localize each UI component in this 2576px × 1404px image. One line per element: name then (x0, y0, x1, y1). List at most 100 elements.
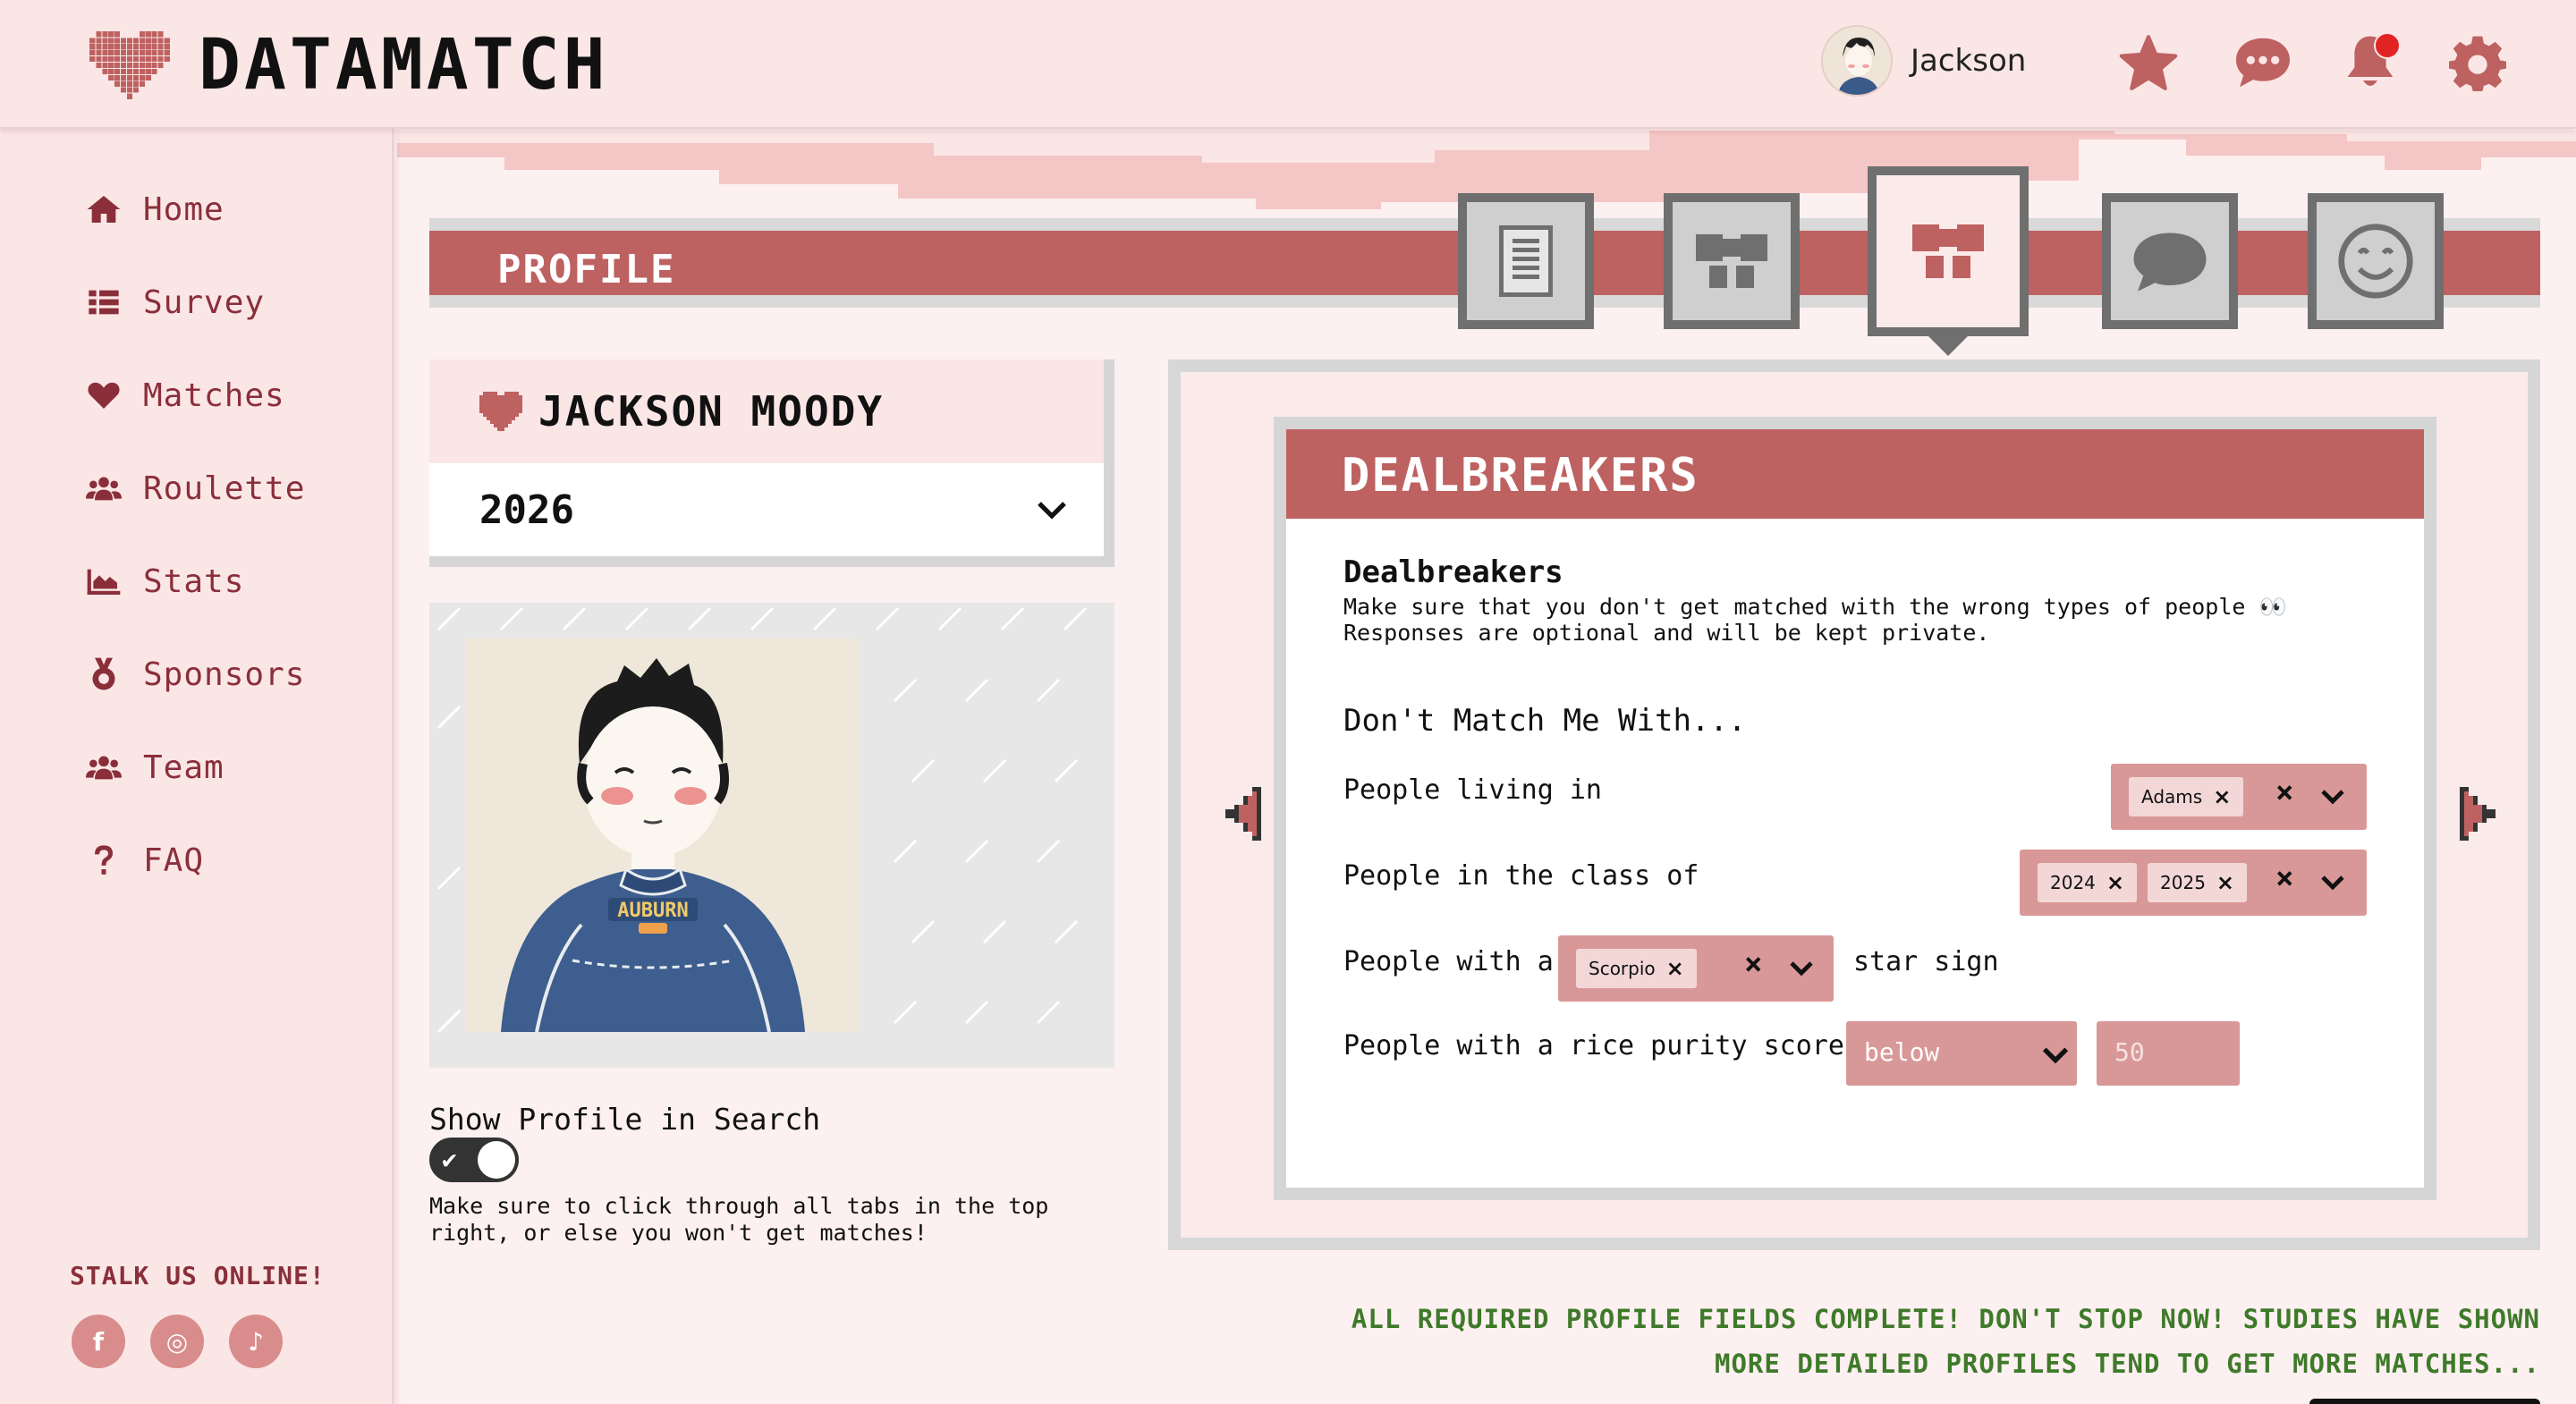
chevron-down-icon (1038, 502, 1066, 520)
chip-label: 2024 (2050, 872, 2096, 893)
living-label: People living in (1343, 774, 1602, 806)
user-menu[interactable]: Jackson (1821, 25, 2026, 97)
bow-icon (1912, 224, 1984, 278)
top-header: DATAMATCH Jackson (0, 0, 2576, 129)
dealbreakers-card-body: DEALBREAKERS Dealbreakers Make sure that… (1286, 429, 2424, 1188)
users-icon (86, 756, 122, 780)
dealbreakers-panel: DEALBREAKERS Dealbreakers Make sure that… (1168, 359, 2540, 1250)
clear-icon[interactable]: × (1744, 946, 1762, 982)
chip-adams: Adams × (2129, 777, 2244, 816)
svg-text:AUBURN: AUBURN (617, 900, 688, 922)
dealbreakers-card: DEALBREAKERS Dealbreakers Make sure that… (1274, 417, 2436, 1200)
sidebar-item-team[interactable]: Team (86, 740, 225, 794)
message-line: MORE DETAILED PROFILES TEND TO GET MORE … (1715, 1349, 2540, 1379)
section-title: PROFILE (497, 247, 676, 292)
sidebar-item-label: Sponsors (143, 655, 306, 693)
previous-arrow-icon[interactable] (1225, 787, 1261, 841)
tiktok-icon: ♪ (248, 1326, 264, 1357)
show-profile-toggle[interactable]: ✔ (429, 1138, 519, 1182)
list-icon (89, 290, 119, 315)
chip-2024: 2024 × (2038, 863, 2138, 902)
sidebar-item-label: Home (143, 190, 225, 228)
chevron-down-icon[interactable] (1789, 960, 1814, 977)
sidebar-item-label: Team (143, 749, 225, 786)
logo[interactable]: DATAMATCH (89, 25, 609, 106)
sidebar-item-label: Matches (143, 376, 285, 414)
sidebar-item-sponsors[interactable]: Sponsors (86, 647, 305, 701)
facebook-link[interactable]: f (72, 1315, 125, 1368)
home-icon (87, 196, 121, 223)
dealbreakers-card-header: DEALBREAKERS (1286, 429, 2424, 519)
sidebar-item-label: Stats (143, 562, 245, 600)
profile-photo-frame[interactable]: AUBURN (429, 603, 1114, 1068)
message-line: ALL REQUIRED PROFILE FIELDS COMPLETE! DO… (1351, 1304, 2540, 1334)
sidebar-item-roulette[interactable]: Roulette (86, 461, 305, 515)
tab-face (1673, 202, 1791, 320)
clear-icon[interactable]: × (2275, 860, 2293, 896)
chip-scorpio: Scorpio × (1576, 949, 1697, 988)
star-sign-multiselect[interactable]: Scorpio × × (1558, 935, 1834, 1002)
star-label-before: People with a (1343, 946, 1554, 977)
housing-multiselect[interactable]: Adams × × (2111, 764, 2367, 830)
profile-complete-message: ALL REQUIRED PROFILE FIELDS COMPLETE! DO… (1352, 1297, 2540, 1386)
name-header: JACKSON MOODY (429, 359, 1104, 463)
sidebar-item-survey[interactable]: Survey (86, 275, 265, 329)
rice-purity-label: People with a rice purity score (1343, 1030, 1844, 1061)
instagram-link[interactable]: ◎ (150, 1315, 204, 1368)
chart-icon (87, 569, 121, 595)
smiley-tab[interactable] (2308, 193, 2444, 329)
panel-body: DEALBREAKERS Dealbreakers Make sure that… (1181, 372, 2528, 1238)
document-tab[interactable] (1458, 193, 1594, 329)
description-line: Make sure that you don't get matched wit… (1343, 594, 2287, 620)
sidebar-item-label: Survey (143, 283, 266, 321)
class-multiselect[interactable]: 2024 × 2025 × × (2020, 850, 2367, 916)
notifications-button[interactable] (2336, 29, 2404, 97)
sidebar-item-label: Roulette (143, 469, 306, 507)
chip-remove-icon[interactable]: × (1666, 956, 1684, 981)
settings-button[interactable] (2444, 29, 2512, 97)
chip-2025: 2025 × (2148, 863, 2248, 902)
medal-icon (92, 657, 115, 690)
tab-face (1877, 175, 2020, 327)
sidebar: Home Survey Matches Roulette Stats Spons… (0, 129, 394, 1404)
profile-photo: AUBURN (465, 639, 859, 1032)
sidebar-item-matches[interactable]: Matches (86, 368, 285, 422)
active-tab-pointer (1928, 336, 1968, 356)
clear-icon[interactable]: × (2275, 774, 2293, 810)
smiley-icon (2338, 224, 2413, 299)
favorites-button[interactable] (2114, 29, 2182, 97)
chip-remove-icon[interactable]: × (2106, 870, 2124, 895)
chip-remove-icon[interactable]: × (2216, 870, 2234, 895)
class-label: People in the class of (1343, 860, 1699, 892)
gear-icon (2449, 36, 2506, 91)
next-arrow-icon[interactable] (2460, 787, 2496, 841)
chat-icon (2236, 38, 2290, 88)
sidebar-item-home[interactable]: Home (86, 182, 225, 236)
messages-button[interactable] (2229, 29, 2297, 97)
sidebar-item-stats[interactable]: Stats (86, 554, 244, 608)
bow-icon (1696, 234, 1767, 288)
tiktok-link[interactable]: ♪ (229, 1315, 283, 1368)
users-icon (86, 477, 122, 501)
toggle-note: Make sure to click through all tabs in t… (429, 1193, 1049, 1246)
profile-name: JACKSON MOODY (538, 387, 885, 436)
rice-comparison-select[interactable]: below (1846, 1021, 2077, 1086)
chip-label: Adams (2141, 786, 2203, 808)
rice-score-input[interactable]: 50 (2097, 1021, 2240, 1086)
chat-tab[interactable] (2102, 193, 2238, 329)
sidebar-item-faq[interactable]: FAQ (86, 833, 204, 887)
dealbreakers-title: Dealbreakers (1343, 554, 1563, 590)
comparison-value: below (1864, 1037, 1940, 1067)
description-line: Responses are optional and will be kept … (1343, 620, 1990, 646)
class-year-select[interactable]: 2026 (429, 463, 1104, 556)
chip-remove-icon[interactable]: × (2213, 784, 2231, 809)
bow-tab[interactable] (1664, 193, 1800, 329)
star-icon (2119, 35, 2178, 90)
chevron-down-icon[interactable] (2320, 875, 2345, 891)
floating-button-edge[interactable] (2309, 1399, 2540, 1404)
tab-face (2111, 202, 2229, 320)
pixel-heart-icon (89, 30, 170, 100)
dealbreakers-tab[interactable] (1868, 166, 2029, 356)
sidebar-item-label: FAQ (143, 842, 205, 879)
chevron-down-icon[interactable] (2320, 789, 2345, 805)
